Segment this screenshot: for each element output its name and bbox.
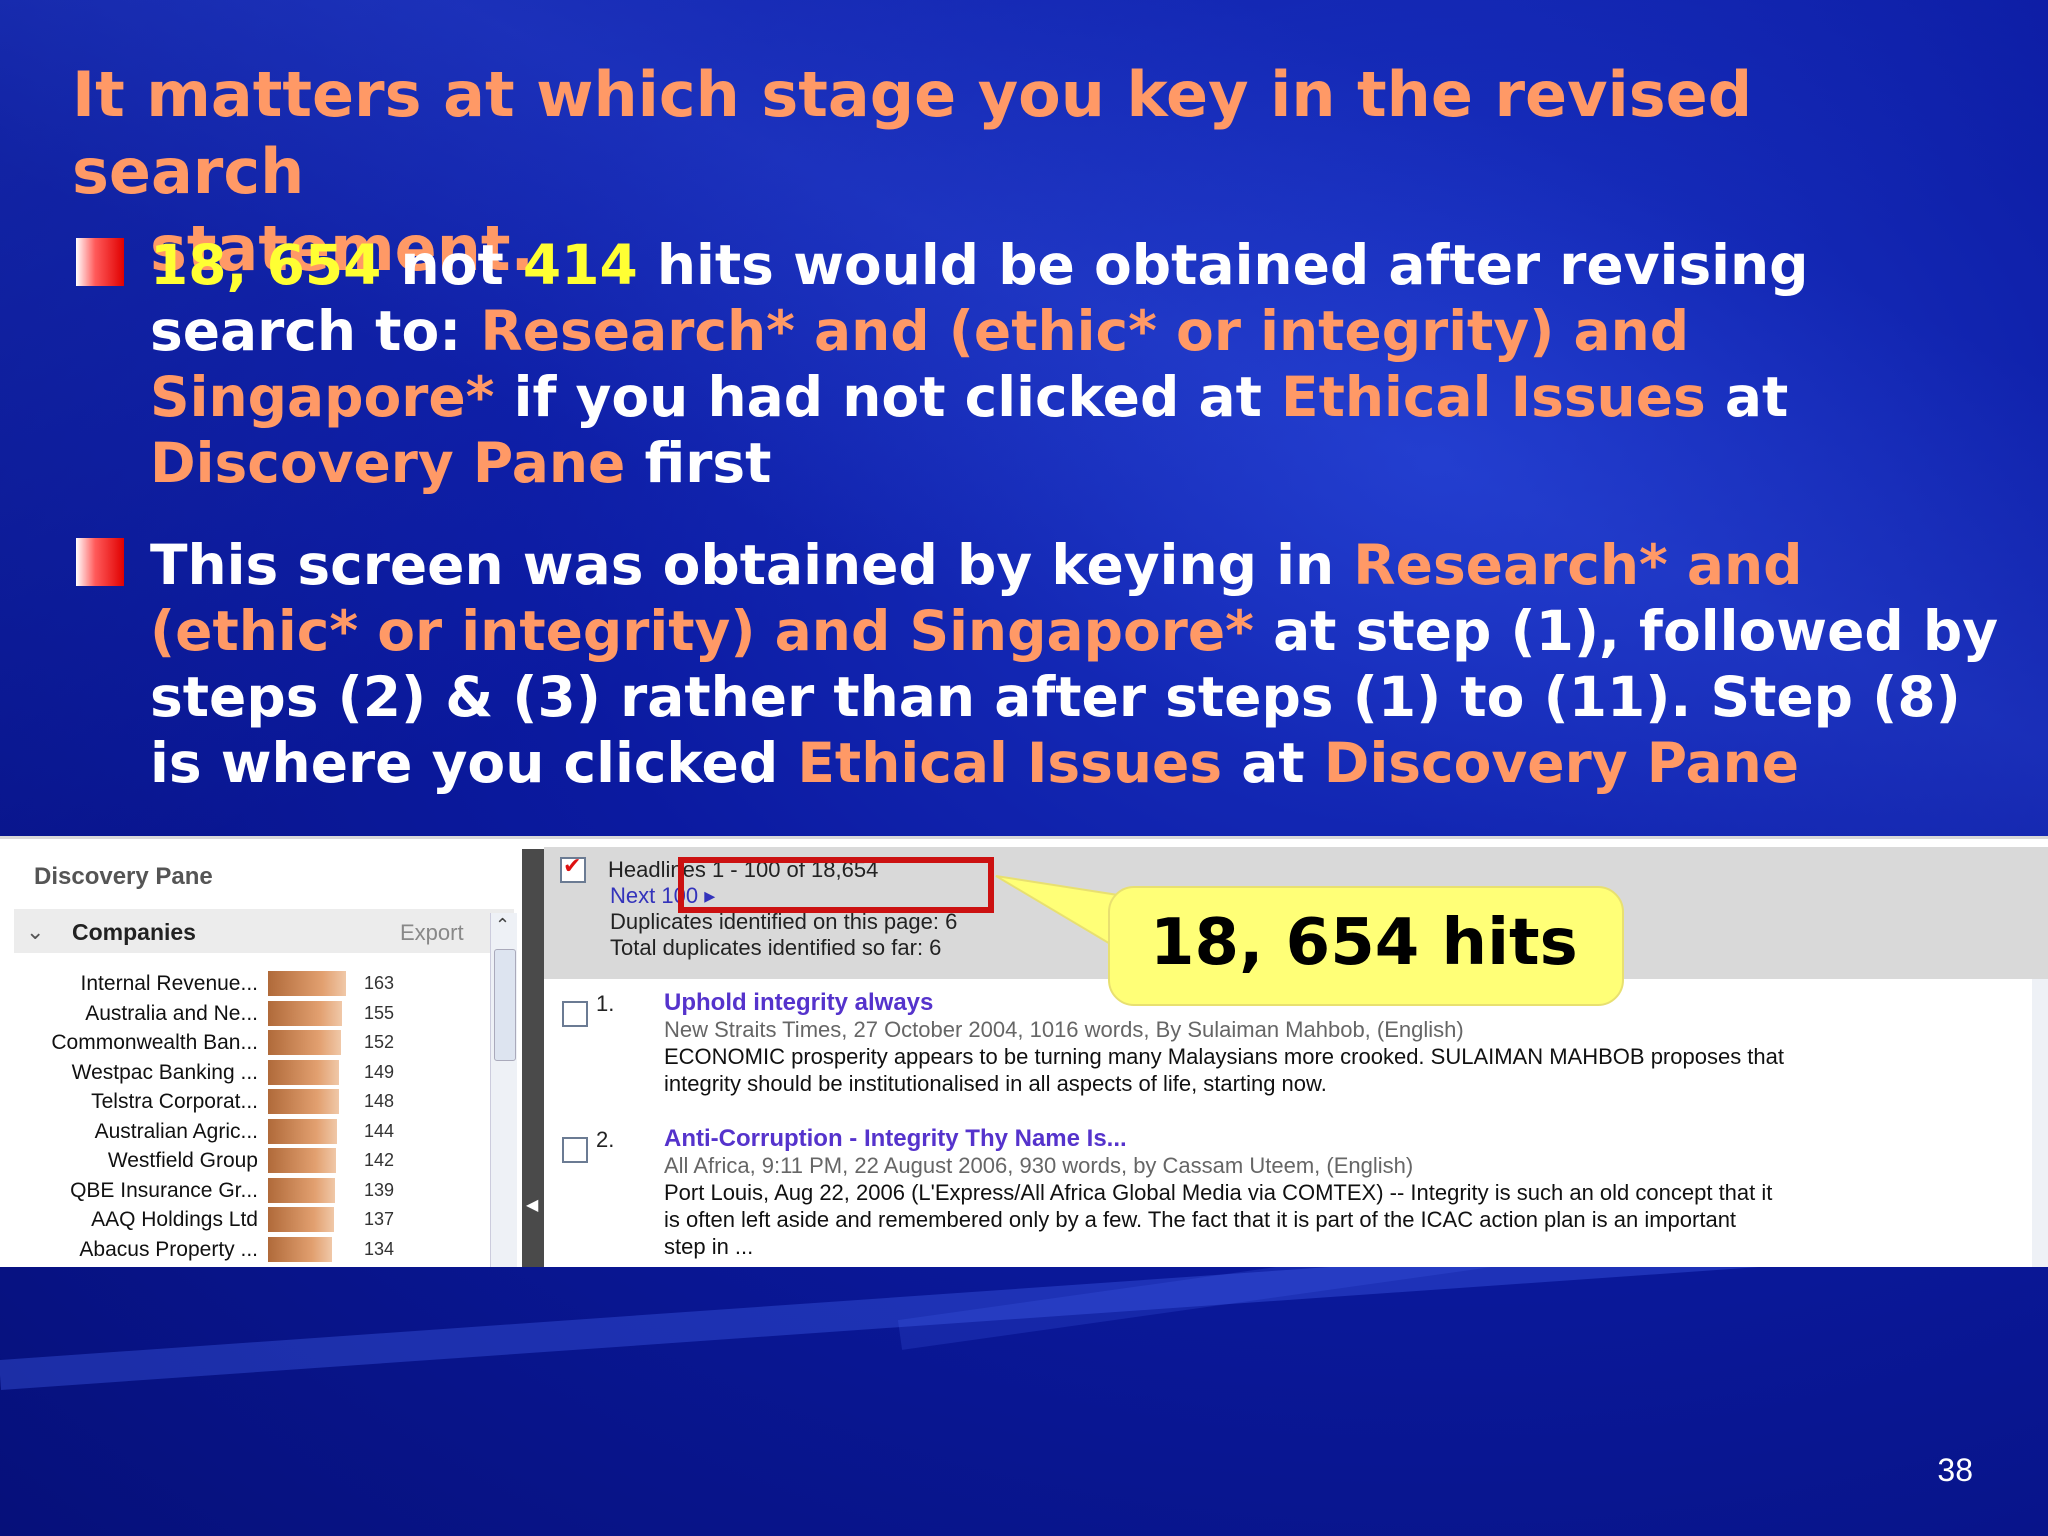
- result-snippet-line: step in ...: [664, 1234, 754, 1259]
- company-count-bar: [268, 1236, 332, 1262]
- company-count: 137: [364, 1209, 395, 1229]
- discovery-pane-term: Discovery Pane: [1323, 731, 1800, 795]
- company-row[interactable]: QBE Insurance Gr... 139: [0, 1176, 400, 1205]
- company-row[interactable]: Australian Agric... 144: [0, 1117, 400, 1146]
- result-number: 1.: [596, 991, 615, 1016]
- result-snippet-line: integrity should be institutionalised in…: [664, 1071, 1327, 1096]
- results-scrollbar[interactable]: [2032, 979, 2048, 1267]
- company-row[interactable]: Westpac Banking ... 149: [0, 1058, 400, 1087]
- company-count-bar: [268, 1059, 339, 1085]
- select-all-checkbox[interactable]: [560, 853, 586, 883]
- collapse-left-icon[interactable]: ◀: [526, 1195, 538, 1215]
- result-meta: New Straits Times, 27 October 2004, 1016…: [664, 1017, 1464, 1042]
- next-label[interactable]: Next: [610, 883, 655, 908]
- company-count-bar: [268, 1177, 335, 1203]
- export-link[interactable]: Export: [400, 920, 464, 946]
- company-name[interactable]: Abacus Property ...: [79, 1238, 258, 1262]
- hits-count-414: 414: [522, 233, 638, 297]
- company-count-bar: [268, 1000, 342, 1026]
- hits-count-18654: 18, 654: [150, 233, 382, 297]
- company-name[interactable]: Westfield Group: [108, 1149, 258, 1173]
- bullet-icon: [76, 538, 124, 586]
- company-name[interactable]: Commonwealth Ban...: [51, 1031, 258, 1055]
- page-number: 38: [1937, 1452, 1973, 1488]
- company-row[interactable]: AAQ Holdings Ltd 137: [0, 1205, 400, 1234]
- company-name[interactable]: Internal Revenue...: [81, 972, 258, 996]
- result-number: 2.: [596, 1127, 615, 1152]
- result-title-link[interactable]: Uphold integrity always: [664, 989, 933, 1017]
- company-row[interactable]: Commonwealth Ban... 152: [0, 1028, 400, 1057]
- ethical-issues-term: Ethical Issues: [797, 731, 1223, 795]
- company-name[interactable]: AAQ Holdings Ltd: [91, 1208, 258, 1232]
- bullet-text-1: 18, 654 not 414 hits would be obtained a…: [150, 232, 2020, 496]
- duplicates-total: Total duplicates identified so far: 6: [610, 935, 942, 960]
- discovery-pane: Discovery Pane ⌄ Companies Export ⌃ Inte…: [0, 839, 522, 1267]
- bullet-icon: [76, 238, 124, 286]
- ethical-issues-term: Ethical Issues: [1281, 365, 1706, 429]
- company-row[interactable]: Telstra Corporat... 148: [0, 1087, 400, 1116]
- company-row[interactable]: Internal Revenue... 163: [0, 969, 400, 998]
- callout-text: 18, 654 hits: [1150, 906, 1578, 980]
- result-meta: All Africa, 9:11 PM, 22 August 2006, 930…: [664, 1153, 1414, 1178]
- text: at: [1222, 731, 1324, 795]
- scroll-up-icon[interactable]: ⌃: [495, 915, 510, 936]
- company-count: 134: [364, 1238, 395, 1259]
- bullet-text-2: This screen was obtained by keying in Re…: [150, 532, 2020, 796]
- scrollbar-thumb[interactable]: [494, 949, 516, 1061]
- company-count-bar: [268, 971, 346, 996]
- result-snippet-line: is often left aside and remembered only …: [664, 1207, 1737, 1232]
- company-count: 139: [364, 1179, 395, 1200]
- company-count-bar: [268, 1030, 341, 1055]
- text: first: [625, 431, 772, 495]
- company-count-bar: [268, 1207, 334, 1232]
- company-count: 149: [364, 1061, 395, 1082]
- company-row[interactable]: Abacus Property ... 134: [0, 1235, 400, 1264]
- pane-scrollbar[interactable]: ⌃: [490, 913, 517, 1267]
- company-count: 152: [364, 1032, 395, 1052]
- company-name[interactable]: Australian Agric...: [95, 1120, 258, 1144]
- pane-divider[interactable]: ◀: [522, 849, 544, 1267]
- company-count-bar: [268, 1118, 337, 1144]
- company-count: 148: [364, 1091, 395, 1111]
- company-name[interactable]: QBE Insurance Gr...: [70, 1179, 258, 1203]
- companies-label: Companies: [72, 919, 196, 945]
- company-count-bar: [268, 1148, 336, 1173]
- factiva-screenshot: Discovery Pane ⌄ Companies Export ⌃ Inte…: [0, 836, 2048, 1267]
- company-count: 144: [364, 1120, 395, 1141]
- highlight-box: [678, 857, 994, 913]
- text: if you had not clicked at: [494, 365, 1282, 429]
- result-title-link[interactable]: Anti-Corruption - Integrity Thy Name Is.…: [664, 1125, 1127, 1153]
- discovery-pane-term: Discovery Pane: [150, 431, 626, 495]
- text: not: [381, 233, 523, 297]
- companies-header[interactable]: ⌄ Companies Export: [14, 909, 514, 953]
- text: at: [1705, 365, 1789, 429]
- title-line-1: It matters at which stage you key in the…: [72, 58, 1753, 208]
- result-checkbox[interactable]: [562, 1001, 588, 1027]
- company-count: 163: [364, 973, 395, 993]
- company-name[interactable]: Australia and Ne...: [85, 1002, 258, 1026]
- company-row[interactable]: Westfield Group 142: [0, 1146, 400, 1175]
- text: This screen was obtained by keying in: [150, 533, 1354, 597]
- discovery-pane-title: Discovery Pane: [34, 863, 213, 890]
- result-checkbox[interactable]: [562, 1137, 588, 1163]
- chevron-down-icon[interactable]: ⌄: [26, 919, 44, 945]
- company-name[interactable]: Westpac Banking ...: [72, 1061, 258, 1085]
- hits-callout: 18, 654 hits: [1108, 886, 1624, 1006]
- result-snippet-line: Port Louis, Aug 22, 2006 (L'Express/All …: [664, 1180, 1773, 1205]
- company-count: 142: [364, 1150, 395, 1170]
- result-snippet-line: ECONOMIC prosperity appears to be turnin…: [664, 1044, 1785, 1069]
- company-name[interactable]: Telstra Corporat...: [91, 1090, 258, 1114]
- company-row[interactable]: Australia and Ne... 155: [0, 999, 400, 1028]
- company-count-bar: [268, 1089, 339, 1114]
- company-count: 155: [364, 1002, 395, 1023]
